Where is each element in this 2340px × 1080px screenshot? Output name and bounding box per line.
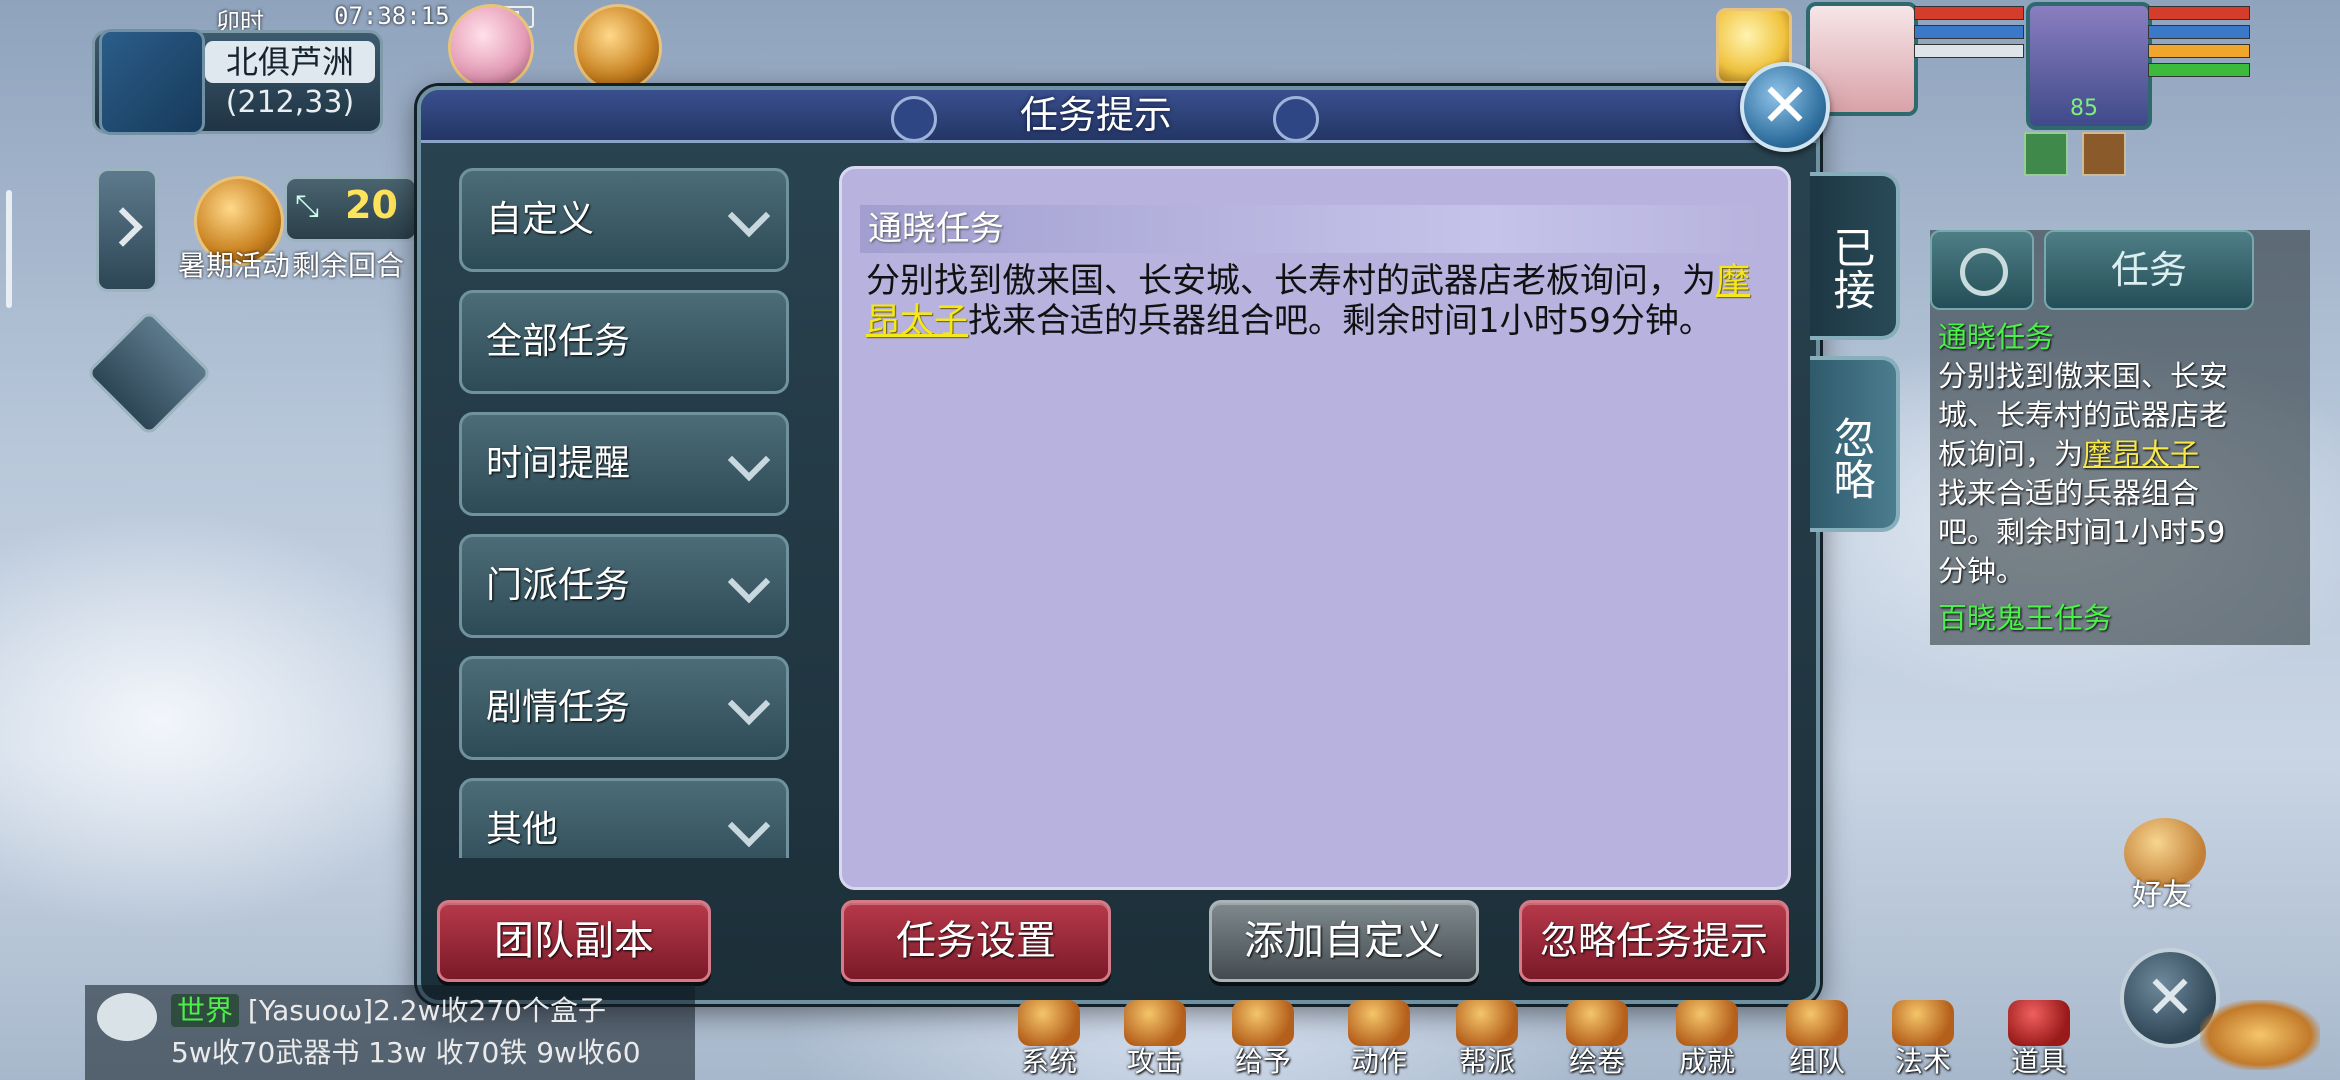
game-logo <box>2200 1000 2320 1070</box>
toolbar-scroll[interactable]: 绘卷 <box>1552 1000 1642 1080</box>
category-label: 其他 <box>486 809 559 850</box>
chevron-down-icon <box>727 438 771 482</box>
stopwatch-icon <box>1960 248 2008 296</box>
toolbar-give[interactable]: 给予 <box>1218 1000 1308 1080</box>
chat-line-1: 世界 [Yasuoω]2.2w收270个盒子 <box>171 989 606 1029</box>
tab-ignored[interactable]: 忽略 <box>1810 356 1900 532</box>
expand-panel-button[interactable] <box>96 168 158 292</box>
toolbar-action[interactable]: 动作 <box>1334 1000 1424 1080</box>
category-sect-tasks[interactable]: 门派任务 <box>459 534 789 638</box>
dialog-title: 任务提示 <box>1019 93 1172 137</box>
detail-text-before: 分别找到傲来国、长安城、长寿村的武器店老板询问，为 <box>866 261 1716 301</box>
player-status-bars <box>2148 6 2250 82</box>
category-all-tasks[interactable]: 全部任务 <box>459 290 789 394</box>
chat-bubble-icon[interactable] <box>97 993 157 1041</box>
rounds-value: 20 <box>345 183 398 227</box>
detail-text-after: 找来合适的兵器组合吧。剩余时间1小时59分钟。 <box>968 301 1713 341</box>
category-label: 剧情任务 <box>486 687 631 728</box>
toolbar-label: 系统 <box>1020 1045 1077 1078</box>
buff-icon-2[interactable] <box>2082 132 2126 176</box>
toolbar-label: 法术 <box>1894 1045 1951 1078</box>
chevron-down-icon <box>727 560 771 604</box>
add-custom-button[interactable]: 添加自定义 <box>1209 900 1479 982</box>
task-hint-dialog: 任务提示 自定义 全部任务 时间提醒 门派任务 剧情任务 其他 通晓任务 分别找… <box>417 86 1820 1004</box>
toolbar-system[interactable]: 系统 <box>1004 1000 1094 1080</box>
toolbar-team[interactable]: 组队 <box>1772 1000 1862 1080</box>
ignore-hint-button[interactable]: 忽略任务提示 <box>1519 900 1789 982</box>
toolbar-achievement[interactable]: 成就 <box>1662 1000 1752 1080</box>
toolbar-items[interactable]: 道具 <box>1994 1000 2084 1080</box>
toolbar-label: 成就 <box>1678 1045 1735 1078</box>
chevron-down-icon <box>727 804 771 848</box>
rounds-label: 剩余回合 <box>292 249 405 282</box>
chat-box[interactable]: 世界 [Yasuoω]2.2w收270个盒子 5w收70武器书 13w 收70铁… <box>85 985 695 1080</box>
chat-line-1-text: [Yasuoω]2.2w收270个盒子 <box>247 994 606 1027</box>
detail-title: 通晓任务 <box>868 209 1004 249</box>
category-label: 门派任务 <box>486 565 631 606</box>
tab-accepted[interactable]: 已接 <box>1810 172 1900 340</box>
player-portrait[interactable]: 85 <box>2026 2 2152 130</box>
category-custom[interactable]: 自定义 <box>459 168 789 272</box>
team-dungeon-button[interactable]: 团队副本 <box>437 900 711 982</box>
dialog-header: 任务提示 <box>421 90 1816 143</box>
expand-arrows-icon: ⤡ <box>295 189 319 224</box>
toolbar-guild[interactable]: 帮派 <box>1442 1000 1532 1080</box>
left-edge-handle[interactable] <box>6 190 12 308</box>
toolbar-label: 帮派 <box>1458 1045 1515 1078</box>
map-coordinates: (212,33) <box>225 85 355 120</box>
category-label: 全部任务 <box>486 321 631 362</box>
category-story-tasks[interactable]: 剧情任务 <box>459 656 789 760</box>
fullscreen-toggle[interactable] <box>85 309 213 437</box>
toolbar-label: 绘卷 <box>1568 1045 1625 1078</box>
rounds-box: ⤡ 20 <box>284 176 418 242</box>
clock-label: 07:38:15 <box>334 2 450 30</box>
tracker-task1-link[interactable]: 摩昂太子 <box>2083 437 2199 471</box>
task-detail-panel: 通晓任务 分别找到傲来国、长安城、长寿村的武器店老板询问，为摩昂太子找来合适的兵… <box>839 166 1791 890</box>
tracker-task-tab[interactable]: 任务 <box>2044 230 2254 310</box>
category-other[interactable]: 其他 <box>459 778 789 858</box>
tracker-task1-after: 找来合适的兵器组合吧。剩余时间1小时59分钟。 <box>1938 476 2226 588</box>
chevron-right-icon <box>103 207 143 247</box>
map-name: 北俱芦洲 <box>205 41 375 83</box>
detail-text: 分别找到傲来国、长安城、长寿村的武器店老板询问，为摩昂太子找来合适的兵器组合吧。… <box>866 261 1756 341</box>
toolbar-label: 道具 <box>2010 1045 2067 1078</box>
scroll-icon[interactable] <box>574 4 662 92</box>
task-tracker[interactable]: 任务 通晓任务 分别找到傲来国、长安城、长寿村的武器店老板询问，为摩昂太子找来合… <box>1930 230 2310 645</box>
summer-activity-label: 暑期活动 <box>178 249 288 282</box>
toolbar-label: 组队 <box>1788 1045 1845 1078</box>
toolbar-label: 动作 <box>1350 1045 1407 1078</box>
chevron-down-icon <box>727 682 771 726</box>
tracker-timer-tab[interactable] <box>1930 230 2034 310</box>
chat-channel: 世界 <box>171 994 240 1027</box>
player-level: 85 <box>2070 96 2098 121</box>
category-label: 自定义 <box>486 199 595 240</box>
buff-icon-1[interactable] <box>2024 132 2068 176</box>
toolbar-spell[interactable]: 法术 <box>1878 1000 1968 1080</box>
title-ornament-left <box>891 96 937 142</box>
close-icon: ✕ <box>2144 963 2196 1033</box>
category-time-reminder[interactable]: 时间提醒 <box>459 412 789 516</box>
toolbar-label: 攻击 <box>1126 1045 1183 1078</box>
chat-line-2: 5w收70武器书 13w 收70铁 9w收60 <box>171 1036 641 1069</box>
minimap-button[interactable]: 北俱芦洲 (212,33) <box>92 29 383 135</box>
tracker-task2-title[interactable]: 百晓鬼王任务 <box>1938 599 2228 638</box>
toolbar-label: 给予 <box>1234 1045 1291 1078</box>
pet-status-bars <box>1914 6 2024 63</box>
pet-icon[interactable] <box>448 4 534 90</box>
close-icon: ✕ <box>1759 71 1811 141</box>
tracker-task1-title[interactable]: 通晓任务 <box>1938 318 2228 357</box>
category-label: 时间提醒 <box>486 443 631 484</box>
tracker-body: 通晓任务 分别找到傲来国、长安城、长寿村的武器店老板询问，为摩昂太子找来合适的兵… <box>1938 318 2228 638</box>
title-ornament-right <box>1273 96 1319 142</box>
category-list[interactable]: 自定义 全部任务 时间提醒 门派任务 剧情任务 其他 <box>459 168 795 858</box>
chevron-down-icon <box>727 194 771 238</box>
toolbar-attack[interactable]: 攻击 <box>1110 1000 1200 1080</box>
task-settings-button[interactable]: 任务设置 <box>841 900 1111 982</box>
close-button[interactable]: ✕ <box>1740 62 1830 152</box>
friends-label: 好友 <box>2132 878 2192 913</box>
map-thumbnail <box>99 29 205 135</box>
